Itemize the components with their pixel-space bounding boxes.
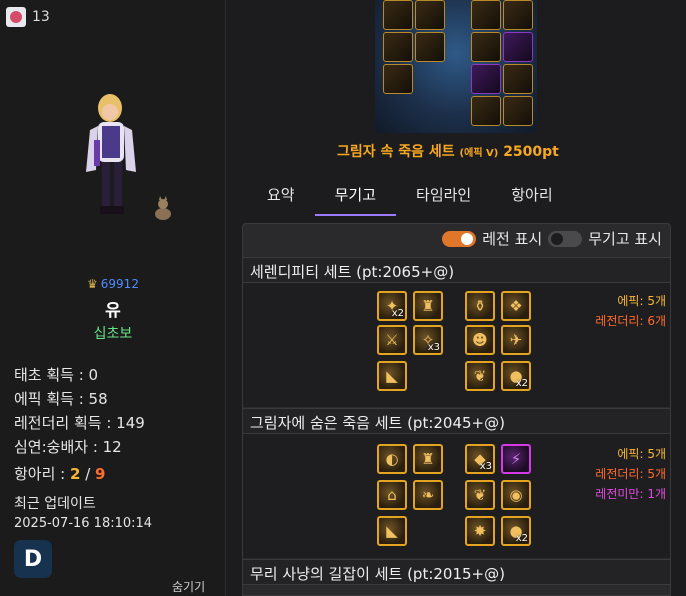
armory-panel: 레전 표시 무기고 표시 세렌디피티 세트 (pt:2065+@) ✦ x2 ♜ … — [242, 223, 671, 596]
equipment-slot[interactable]: ◣ — [377, 361, 407, 391]
d-logo-button[interactable]: D — [14, 540, 52, 578]
equipment-slot[interactable]: ● x2 — [501, 361, 531, 391]
hide-button[interactable]: 숨기기 — [172, 578, 205, 595]
equipment-slot[interactable]: ⚔ — [377, 325, 407, 355]
set-header[interactable]: 무리 사냥의 길잡이 세트 (pt:2015+@) — [243, 559, 670, 585]
equipment-slot[interactable]: ⌂ — [377, 480, 407, 510]
stat-legendary: 레전더리 획득 : 149 — [14, 414, 145, 432]
tab-armory[interactable]: 무기고 — [314, 180, 397, 216]
set-banner-image — [375, 0, 537, 133]
equipment-slot[interactable]: ☻ — [465, 325, 495, 355]
update-timestamp: 2025-07-16 18:10:14 — [14, 516, 153, 531]
display-toggles: 레전 표시 무기고 표시 — [442, 228, 662, 249]
main-content: 그림자 속 죽음 세트 (에픽 V) 2500pt 요약 무기고 타임라인 항아… — [227, 0, 686, 596]
crown-icon: ♛ — [87, 277, 98, 291]
set-header[interactable]: 세렌디피티 세트 (pt:2065+@) — [243, 257, 670, 283]
armory-toggle-switch[interactable] — [548, 230, 583, 247]
set-body: ◐ ♜ ⌂ ❧ ◣ ◆ x3 ⚡ ❦ ◉ ✸ ● x2 에픽: 5개 레전더리: 5… — [243, 434, 670, 558]
banner-set-title: 그림자 속 죽음 세트 (에픽 V) 2500pt — [337, 144, 559, 160]
equipment-slot[interactable]: ✧ x3 — [413, 325, 443, 355]
equipment-slot[interactable]: ✦ x2 — [377, 291, 407, 321]
equipment-slot[interactable]: ♜ — [413, 444, 443, 474]
character-name: 유 — [105, 301, 121, 321]
rank-indicator: 13 — [6, 7, 50, 27]
equipment-slot[interactable]: ✸ — [465, 516, 495, 546]
tab-timeline[interactable]: 타임라인 — [396, 180, 491, 216]
equipment-slot[interactable]: ❖ — [501, 291, 531, 321]
equipment-slot[interactable]: ✈ — [501, 325, 531, 355]
equipment-slot[interactable]: ♜ — [413, 291, 443, 321]
armory-toggle-label: 무기고 표시 — [588, 230, 662, 248]
legend-toggle-label: 레전 표시 — [482, 230, 543, 248]
equipment-slot[interactable]: ◣ — [377, 516, 407, 546]
equipment-slot[interactable]: ◆ x3 — [465, 444, 495, 474]
equipment-slot[interactable]: ⚱ — [465, 291, 495, 321]
equipment-slot[interactable]: ⚡ — [501, 444, 531, 474]
equipment-slot[interactable]: ❧ — [413, 480, 443, 510]
stat-list: 태초 획득 : 0 에픽 획득 : 58 레전더리 획득 : 149 심연:숭배… — [14, 363, 145, 459]
equipment-slot[interactable]: ◉ — [501, 480, 531, 510]
tab-summary[interactable]: 요약 — [247, 180, 315, 216]
tab-bar: 요약 무기고 타임라인 항아리 — [247, 180, 573, 216]
character-job: 십초보 — [93, 326, 133, 342]
set-header[interactable]: 그림자에 숨은 죽음 세트 (pt:2045+@) — [243, 408, 670, 434]
stat-epic: 에픽 획득 : 58 — [14, 390, 108, 408]
set-rarity-counts: 에픽: 5개 레전더리: 6개 — [595, 294, 666, 328]
update-label: 최근 업데이트 — [14, 496, 96, 512]
legend-toggle-switch[interactable] — [442, 230, 477, 247]
tab-hangari[interactable]: 항아리 — [491, 180, 572, 216]
set-rarity-counts: 에픽: 5개 레전더리: 5개 레전미만: 1개 — [595, 447, 666, 501]
red-emblem-icon — [6, 7, 26, 27]
equipment-slot[interactable]: ◐ — [377, 444, 407, 474]
rank-number: 13 — [32, 9, 50, 25]
set-body: ✦ x2 ♜ ⚔ ✧ x3 ◣ ⚱ ❖ ☻ ✈ ❦ ● x2 에픽: 5개 레전더리:… — [243, 283, 670, 407]
profile-sidebar: 13 ♛ 69912 유 십초보 태초 획득 : 0 에픽 획득 : 58 레전… — [0, 0, 226, 596]
character-sprite — [60, 80, 190, 240]
equipment-slot[interactable]: ❦ — [465, 480, 495, 510]
hangari-count: 항아리 : 2 / 9 — [14, 465, 106, 483]
stat-primordial: 태초 획득 : 0 — [14, 366, 99, 384]
stat-abyss: 심연:숭배자 : 12 — [14, 438, 122, 456]
fame-score: ♛ 69912 — [87, 277, 139, 291]
equipment-slot[interactable]: ❦ — [465, 361, 495, 391]
equipment-slot[interactable]: ● x2 — [501, 516, 531, 546]
